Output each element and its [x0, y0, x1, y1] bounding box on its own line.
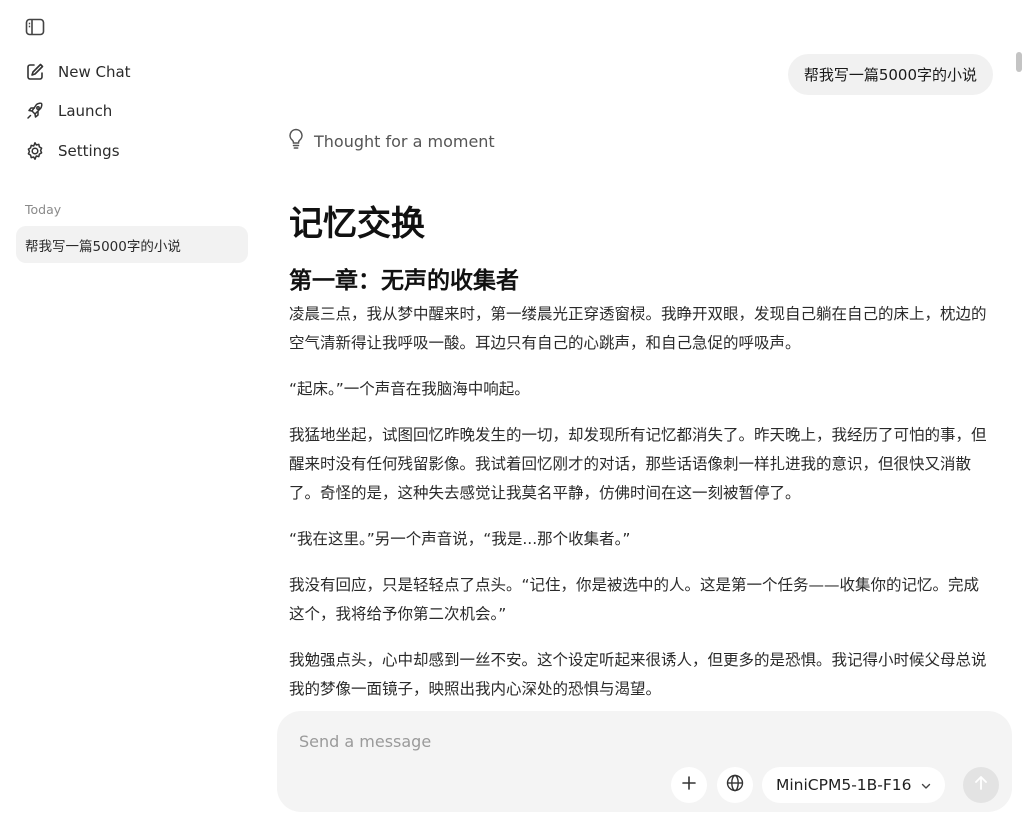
chat-panel: 帮我写一篇5000字的小说 Thought for a moment 记忆交换 …	[262, 0, 1024, 824]
gear-icon	[24, 140, 46, 162]
scrollbar-thumb[interactable]	[1016, 52, 1022, 72]
model-selector[interactable]: MiniCPM5-1B-F16	[762, 767, 945, 803]
settings-button[interactable]: Settings	[24, 137, 120, 165]
story-paragraph: 我勉强点头，心中却感到一丝不安。这个设定听起来很诱人，但更多的是恐惧。我记得小时…	[289, 651, 987, 698]
message-input[interactable]	[297, 729, 897, 753]
story-paragraph: 我没有回应，只是轻轻点了点头。“记住，你是被选中的人。这是第一个任务——收集你的…	[289, 576, 980, 623]
arrow-up-icon	[974, 775, 988, 795]
launch-label: Launch	[58, 102, 113, 120]
story-paragraph: “起床。”一个声音在我脑海中响起。	[289, 380, 530, 398]
globe-icon	[726, 774, 744, 796]
plus-icon	[681, 775, 697, 795]
thought-label: Thought for a moment	[314, 131, 495, 151]
settings-label: Settings	[58, 142, 120, 160]
user-message-bubble: 帮我写一篇5000字的小说	[787, 54, 993, 95]
sidebar: New Chat Launch Settings Today 帮我写一篇5000…	[0, 0, 262, 824]
sidebar-toggle-icon[interactable]	[24, 16, 46, 38]
add-attachment-button[interactable]	[671, 767, 707, 803]
history-section-label: Today	[25, 202, 62, 217]
new-chat-label: New Chat	[58, 63, 131, 81]
story-paragraph: “我在这里。”另一个声音说，“我是...那个收集者。”	[289, 530, 631, 548]
pencil-square-icon	[24, 61, 46, 83]
thought-toggle[interactable]: Thought for a moment	[288, 128, 495, 154]
send-button[interactable]	[963, 767, 999, 803]
story-paragraph: 凌晨三点，我从梦中醒来时，第一缕晨光正穿透窗棂。我睁开双眼，发现自己躺在自己的床…	[289, 305, 987, 352]
web-search-button[interactable]	[717, 767, 753, 803]
history-item[interactable]: 帮我写一篇5000字的小说	[16, 226, 248, 263]
lightbulb-icon	[288, 128, 304, 154]
story-paragraph: 我猛地坐起，试图回忆昨晚发生的一切，却发现所有记忆都消失了。昨天晚上，我经历了可…	[289, 426, 987, 502]
chevron-down-icon	[921, 776, 931, 794]
launch-button[interactable]: Launch	[24, 97, 112, 125]
message-composer: MiniCPM5-1B-F16	[277, 711, 1012, 812]
new-chat-button[interactable]: New Chat	[24, 58, 131, 86]
story-title: 记忆交换	[289, 204, 425, 244]
chapter-title: 第一章：无声的收集者	[289, 268, 519, 294]
model-name: MiniCPM5-1B-F16	[776, 776, 912, 794]
assistant-message: 记忆交换 第一章：无声的收集者 凌晨三点，我从梦中醒来时，第一缕晨光正穿透窗棂。…	[289, 198, 989, 710]
rocket-icon	[24, 100, 46, 122]
